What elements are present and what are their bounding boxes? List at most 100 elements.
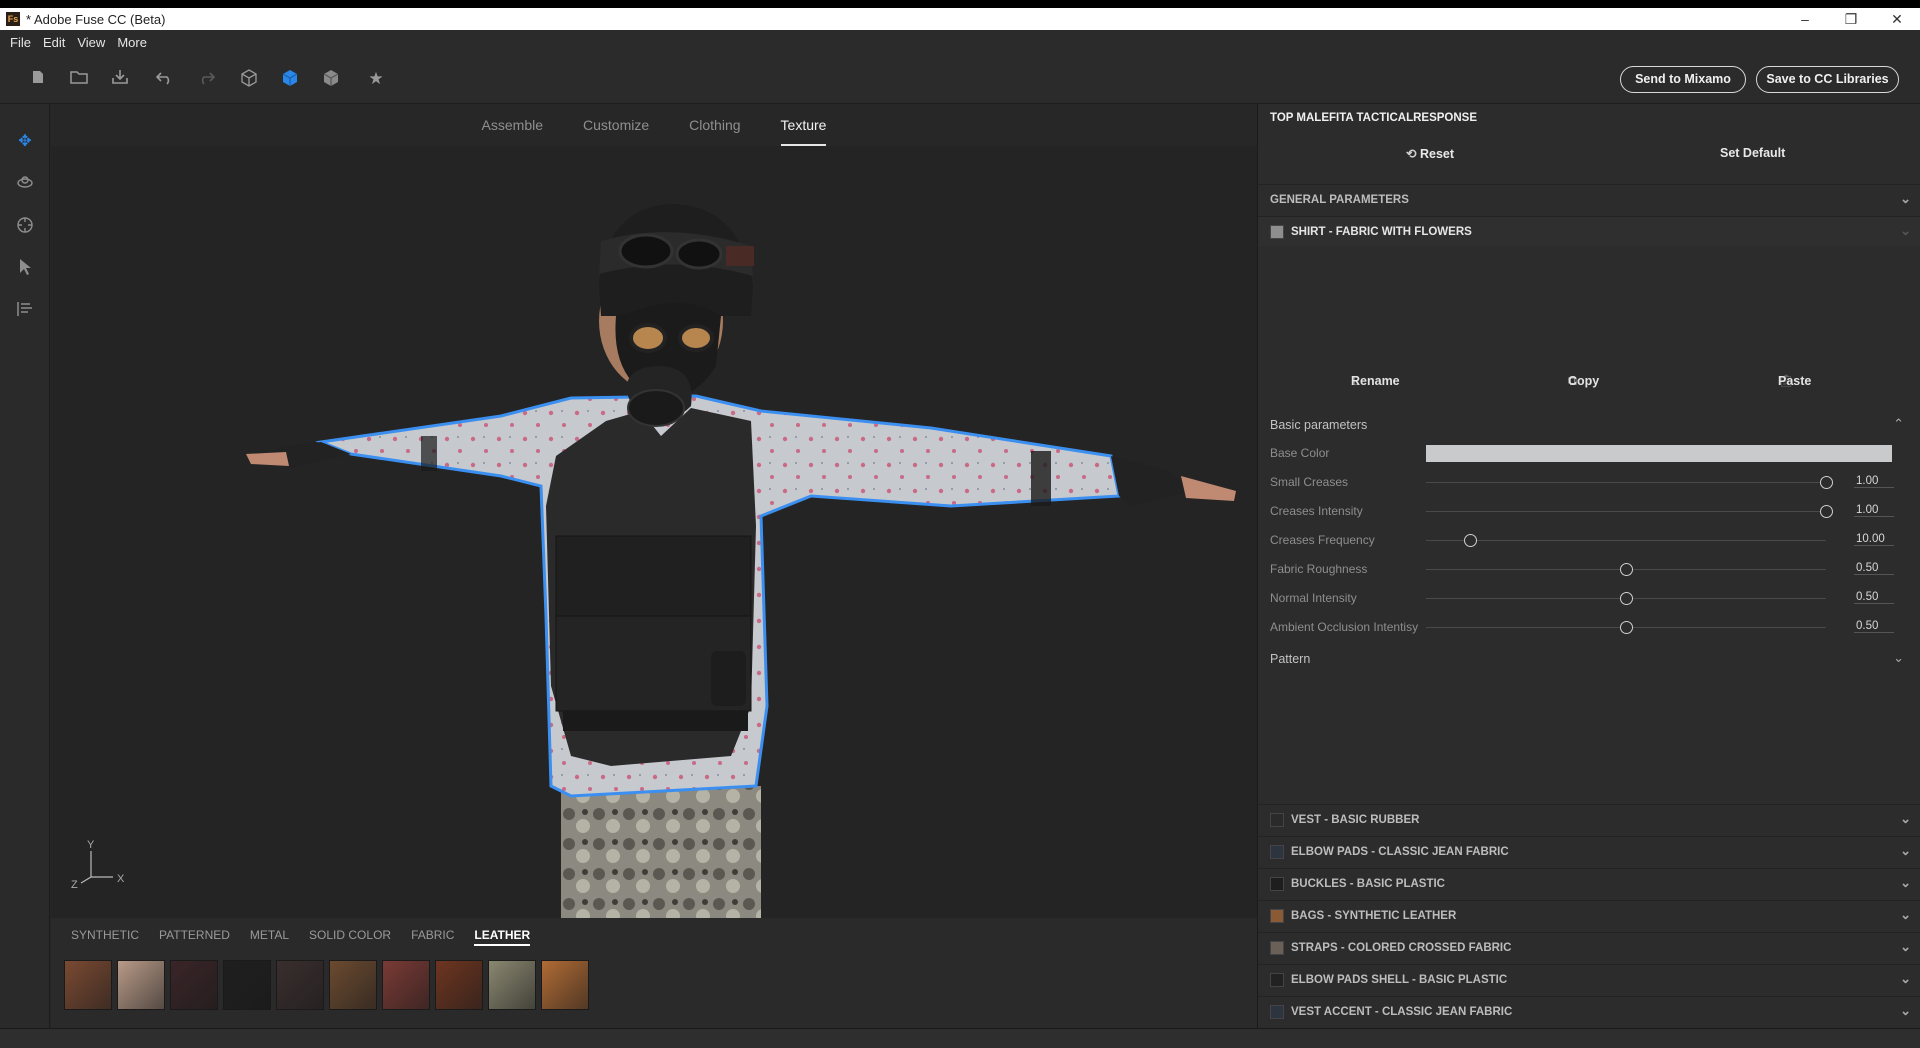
tab-clothing[interactable]: Clothing bbox=[669, 104, 760, 146]
material-row[interactable]: BUCKLES - BASIC PLASTIC ⌄ bbox=[1258, 868, 1920, 898]
toolbar: ★ Send to Mixamo Save to CC Libraries bbox=[0, 54, 1920, 104]
3d-viewport[interactable]: Assemble Customize Clothing Texture Y Z … bbox=[51, 104, 1257, 918]
material-row[interactable]: ELBOW PADS - CLASSIC JEAN FABRIC ⌄ bbox=[1258, 836, 1920, 866]
reset-label: Reset bbox=[1419, 147, 1455, 161]
open-icon[interactable] bbox=[69, 69, 89, 89]
app-icon: Fs bbox=[6, 12, 20, 26]
material-swatch[interactable] bbox=[276, 960, 324, 1010]
parameter-value-input[interactable]: 0.50 bbox=[1854, 620, 1894, 633]
slider-knob[interactable] bbox=[1620, 621, 1633, 634]
material-row-label: ELBOW PADS SHELL - BASIC PLASTIC bbox=[1291, 973, 1508, 986]
selected-material-label: SHIRT - FABRIC WITH FLOWERS bbox=[1291, 225, 1472, 238]
list-tool-icon[interactable] bbox=[15, 300, 35, 320]
parameter-row: Creases Intensity 1.00 bbox=[1270, 501, 1910, 523]
solid-cube-icon[interactable] bbox=[280, 69, 300, 89]
base-color-swatch[interactable] bbox=[1426, 445, 1892, 462]
object-title: TOP MALEFITA TACTICALRESPONSE bbox=[1270, 112, 1478, 124]
restore-button[interactable]: ❐ bbox=[1828, 8, 1874, 30]
redo-icon[interactable] bbox=[196, 69, 216, 89]
window-controls: – ❐ ✕ bbox=[1782, 8, 1920, 30]
material-swatch[interactable] bbox=[329, 960, 377, 1010]
slider-track[interactable] bbox=[1426, 540, 1826, 541]
save-to-cc-libraries-button[interactable]: Save to CC Libraries bbox=[1756, 66, 1899, 93]
material-row[interactable]: ELBOW PADS SHELL - BASIC PLASTIC ⌄ bbox=[1258, 964, 1920, 994]
material-swatch[interactable] bbox=[541, 960, 589, 1010]
parameter-value-input[interactable]: 0.50 bbox=[1854, 591, 1894, 604]
material-row-label: VEST - BASIC RUBBER bbox=[1291, 813, 1420, 826]
pointer-icon[interactable] bbox=[15, 258, 35, 278]
set-default-button[interactable]: Set Default bbox=[1720, 146, 1785, 160]
tab-texture[interactable]: Texture bbox=[761, 104, 847, 146]
rename-label: Rename bbox=[1351, 374, 1400, 388]
menu-view[interactable]: View bbox=[71, 35, 111, 50]
material-row[interactable]: STRAPS - COLORED CROSSED FABRIC ⌄ bbox=[1258, 932, 1920, 962]
status-bar bbox=[0, 1028, 1920, 1048]
material-category-tabs: SYNTHETIC PATTERNED METAL SOLID COLOR FA… bbox=[61, 924, 540, 946]
left-tool-strip: ✥ bbox=[0, 104, 50, 1028]
minimize-button[interactable]: – bbox=[1782, 8, 1828, 30]
selected-material-header[interactable]: SHIRT - FABRIC WITH FLOWERS ⌄ bbox=[1258, 216, 1920, 246]
material-swatch[interactable] bbox=[170, 960, 218, 1010]
material-swatch[interactable] bbox=[382, 960, 430, 1010]
parameter-value-input[interactable]: 10.00 bbox=[1854, 533, 1894, 546]
import-icon[interactable] bbox=[110, 69, 130, 89]
material-swatch[interactable] bbox=[488, 960, 536, 1010]
close-button[interactable]: ✕ bbox=[1874, 8, 1920, 30]
menu-more[interactable]: More bbox=[111, 35, 153, 50]
slider-knob[interactable] bbox=[1820, 476, 1833, 489]
material-thumb-icon bbox=[1270, 940, 1284, 955]
tab-patterned[interactable]: PATTERNED bbox=[149, 924, 240, 946]
slider-track[interactable] bbox=[1426, 482, 1826, 483]
menu-file[interactable]: File bbox=[4, 35, 37, 50]
tab-assemble[interactable]: Assemble bbox=[462, 104, 563, 146]
title-bar: Fs * Adobe Fuse CC (Beta) – ❐ ✕ bbox=[0, 0, 1920, 30]
parameter-label: Ambient Occlusion Intentisy bbox=[1270, 620, 1419, 634]
chevron-down-icon: ⌄ bbox=[1900, 811, 1911, 826]
material-swatch[interactable] bbox=[117, 960, 165, 1010]
material-swatch[interactable] bbox=[223, 960, 271, 1010]
parameter-value-input[interactable]: 0.50 bbox=[1854, 562, 1894, 575]
basic-parameters-header[interactable]: Basic parameters bbox=[1270, 418, 1367, 432]
reset-button[interactable]: ⟲ Reset bbox=[1406, 146, 1454, 161]
material-row[interactable]: BAGS - SYNTHETIC LEATHER ⌄ bbox=[1258, 900, 1920, 930]
new-icon[interactable] bbox=[28, 69, 48, 89]
material-row[interactable]: VEST ACCENT - CLASSIC JEAN FABRIC ⌄ bbox=[1258, 996, 1920, 1026]
parameter-row: Fabric Roughness 0.50 bbox=[1270, 559, 1910, 581]
slider-knob[interactable] bbox=[1464, 534, 1477, 547]
parameter-value-input[interactable]: 1.00 bbox=[1854, 504, 1894, 517]
tab-customize[interactable]: Customize bbox=[563, 104, 669, 146]
pattern-header[interactable]: Pattern bbox=[1270, 652, 1310, 666]
move-icon[interactable]: ✥ bbox=[15, 132, 35, 152]
material-thumb-icon bbox=[1270, 812, 1284, 827]
material-swatch[interactable] bbox=[435, 960, 483, 1010]
send-to-mixamo-button[interactable]: Send to Mixamo bbox=[1620, 66, 1746, 93]
undo-icon[interactable] bbox=[155, 69, 175, 89]
general-parameters-header[interactable]: GENERAL PARAMETERS ⌄ bbox=[1258, 184, 1920, 214]
tab-synthetic[interactable]: SYNTHETIC bbox=[61, 924, 149, 946]
orbit-icon[interactable] bbox=[15, 174, 35, 194]
tab-leather[interactable]: LEATHER bbox=[464, 924, 540, 946]
pattern-label: Pattern bbox=[1270, 652, 1311, 666]
axis-z-label: Z bbox=[71, 879, 78, 891]
material-thumb-icon bbox=[1270, 844, 1284, 859]
properties-panel: TOP MALEFITA TACTICALRESPONSE ⟲ Reset Se… bbox=[1257, 104, 1920, 1028]
material-swatch[interactable] bbox=[64, 960, 112, 1010]
favorite-star-icon[interactable]: ★ bbox=[366, 69, 386, 89]
character-model[interactable] bbox=[51, 146, 1257, 918]
chevron-up-icon[interactable]: ⌃ bbox=[1893, 416, 1904, 432]
parameter-value-input[interactable]: 1.00 bbox=[1854, 475, 1894, 488]
menu-edit[interactable]: Edit bbox=[37, 35, 71, 50]
slider-knob[interactable] bbox=[1620, 592, 1633, 605]
slider-knob[interactable] bbox=[1620, 563, 1633, 576]
material-row[interactable]: VEST - BASIC RUBBER ⌄ bbox=[1258, 804, 1920, 834]
tab-metal[interactable]: METAL bbox=[240, 924, 299, 946]
textured-cube-icon[interactable] bbox=[321, 69, 341, 89]
axis-gizmo: Y Z X bbox=[71, 839, 131, 899]
wireframe-cube-icon[interactable] bbox=[239, 69, 259, 89]
tab-solid-color[interactable]: SOLID COLOR bbox=[299, 924, 401, 946]
tab-fabric[interactable]: FABRIC bbox=[401, 924, 464, 946]
chevron-down-icon[interactable]: ⌄ bbox=[1893, 650, 1904, 666]
target-icon[interactable] bbox=[15, 216, 35, 236]
slider-track[interactable] bbox=[1426, 511, 1826, 512]
slider-knob[interactable] bbox=[1820, 505, 1833, 518]
